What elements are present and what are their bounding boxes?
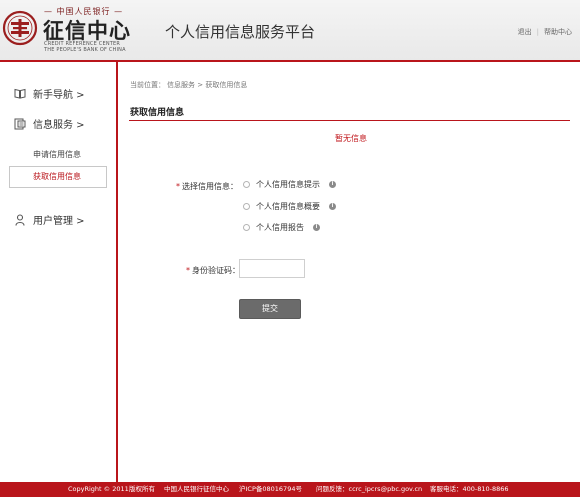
- header: — 中国人民银行 — 征信中心 CREDIT REFERENCE CENTER …: [0, 0, 580, 61]
- link-separator: |: [536, 28, 539, 36]
- help-center-link[interactable]: 帮助中心: [544, 28, 572, 36]
- radio-button[interactable]: [243, 203, 250, 210]
- footer-feedback: 问题反馈：ccrc_ipcrs@pbc.gov.cn: [316, 485, 423, 493]
- user-icon: [15, 213, 25, 226]
- sidebar-item-label: 用户管理 >: [33, 216, 85, 227]
- breadcrumb-path: 信息服务 > 获取信用信息: [167, 81, 248, 89]
- select-credit-info-label: * 选择信用信息：: [176, 181, 238, 192]
- logout-link[interactable]: 退出: [518, 28, 532, 36]
- info-icon[interactable]: i: [313, 224, 320, 231]
- option-credit-info-summary[interactable]: 个人信用信息概要 i: [243, 201, 336, 212]
- sidebar-item-label: 新手导航 >: [33, 90, 85, 101]
- radio-button[interactable]: [243, 224, 250, 231]
- footer: CopyRight © 2011 版权所有 中国人民银行征信中心 沪ICP备08…: [0, 482, 580, 497]
- pbc-credit-center-logo[interactable]: — 中国人民银行 — 征信中心 CREDIT REFERENCE CENTER …: [2, 6, 152, 56]
- sidebar-subitem-apply-credit-info[interactable]: 申请信用信息: [33, 149, 81, 160]
- radio-button[interactable]: [243, 181, 250, 188]
- logo-english-line2: THE PEOPLE'S BANK OF CHINA: [44, 47, 126, 53]
- sidebar-item-beginner-guide[interactable]: 新手导航 >: [14, 86, 85, 101]
- option-credit-info-hint[interactable]: 个人信用信息提示 i: [243, 179, 336, 190]
- info-icon[interactable]: i: [329, 203, 336, 210]
- required-mark: *: [186, 266, 190, 275]
- required-mark: *: [176, 182, 180, 191]
- info-icon[interactable]: i: [329, 181, 336, 188]
- document-icon: [14, 118, 26, 129]
- sidebar-divider: [116, 62, 118, 482]
- sidebar-item-label: 信息服务 >: [33, 120, 85, 131]
- footer-rights: 版权所有: [129, 485, 155, 493]
- footer-copyright: CopyRight © 2011: [68, 485, 129, 493]
- book-icon: [14, 88, 26, 99]
- page-title: 获取信用信息: [130, 108, 185, 118]
- platform-title: 个人信用信息服务平台: [165, 23, 316, 41]
- status-message: 暂无信息: [335, 134, 367, 143]
- breadcrumb-prefix: 当前位置：: [130, 81, 165, 89]
- footer-phone: 客服电话：400-810-8866: [430, 485, 509, 493]
- breadcrumb: 当前位置： 信息服务 > 获取信用信息: [130, 80, 249, 90]
- sidebar-item-user-management[interactable]: 用户管理 >: [14, 212, 85, 227]
- option-label: 个人信用信息概要: [256, 202, 320, 211]
- select-credit-info-text: 选择信用信息：: [182, 182, 238, 191]
- option-label: 个人信用信息提示: [256, 180, 320, 189]
- sidebar-item-info-service[interactable]: 信息服务 >: [14, 116, 85, 131]
- sidebar-subitem-get-credit-info[interactable]: 获取信用信息: [9, 166, 107, 188]
- option-label: 个人信用报告: [256, 223, 304, 232]
- verification-code-text: 身份验证码：: [192, 266, 240, 275]
- option-credit-report[interactable]: 个人信用报告 i: [243, 222, 320, 233]
- submit-button[interactable]: 提交: [239, 299, 301, 319]
- seal-emblem-icon: [2, 10, 38, 46]
- verification-code-input[interactable]: [239, 259, 305, 278]
- title-divider: [129, 120, 570, 121]
- footer-owner: 中国人民银行征信中心: [164, 485, 229, 493]
- top-links: 退出 | 帮助中心: [518, 27, 572, 37]
- footer-icp-link[interactable]: 沪ICP备08016794号: [239, 482, 302, 497]
- verification-code-label: * 身份验证码：: [186, 265, 240, 276]
